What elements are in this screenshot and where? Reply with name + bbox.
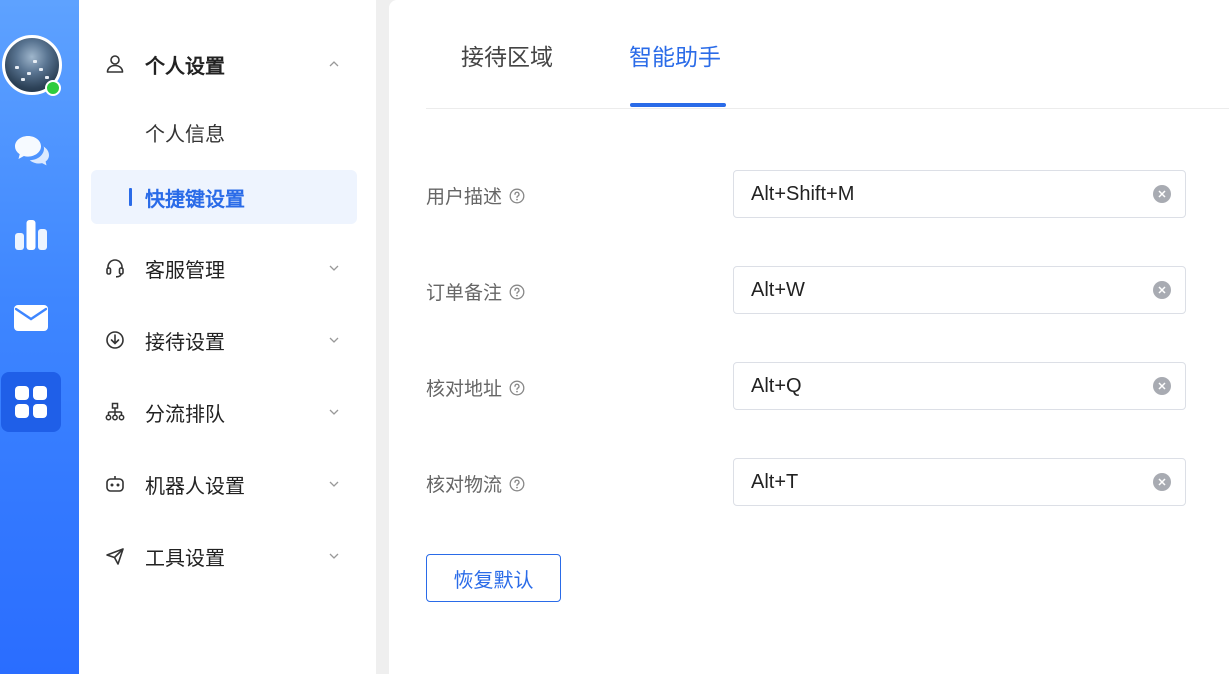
nav-group-reception-settings[interactable]: 接待设置 (79, 316, 376, 364)
clear-icon[interactable] (1153, 185, 1171, 203)
question-circle-icon[interactable] (509, 188, 525, 204)
chevron-down-icon (329, 409, 339, 415)
shortcut-input[interactable] (751, 171, 1141, 217)
org-tree-icon (105, 402, 125, 421)
nav-label: 机器人设置 (145, 473, 245, 498)
mail-icon[interactable] (0, 288, 62, 348)
shortcut-field[interactable] (733, 458, 1186, 506)
apps-grid-icon[interactable] (1, 372, 61, 432)
shortcut-field[interactable] (733, 170, 1186, 218)
shortcut-label: 订单备注 (426, 282, 503, 304)
nav-label: 个人设置 (145, 53, 225, 78)
shortcut-input[interactable] (751, 267, 1141, 313)
clear-icon[interactable] (1153, 377, 1171, 395)
tab-smart-assistant[interactable]: 智能助手 (629, 38, 721, 72)
headset-icon (106, 259, 124, 278)
shortcut-label: 核对物流 (426, 474, 503, 496)
clear-icon[interactable] (1153, 473, 1171, 491)
shortcut-label: 核对地址 (426, 378, 503, 400)
download-circle-icon (106, 331, 124, 349)
nav-group-tool-settings[interactable]: 工具设置 (79, 532, 376, 580)
shortcut-label-row: 用户描述 (426, 182, 525, 209)
user-icon (106, 55, 124, 73)
shortcut-input[interactable] (751, 363, 1141, 409)
robot-icon (106, 476, 124, 492)
nav-label: 个人信息 (145, 121, 225, 146)
app-rail (0, 0, 79, 674)
question-circle-icon[interactable] (509, 284, 525, 300)
shortcut-label-row: 订单备注 (426, 278, 525, 305)
main-panel: 接待区域 智能助手 用户描述 订单备注 核对地址 (389, 0, 1229, 674)
tab-divider (426, 108, 1229, 109)
nav-label: 接待设置 (145, 329, 225, 354)
nav-label: 工具设置 (145, 545, 225, 570)
nav-label: 客服管理 (145, 257, 225, 282)
tab-reception-area[interactable]: 接待区域 (461, 38, 553, 72)
question-circle-icon[interactable] (509, 476, 525, 492)
nav-group-customer-service[interactable]: 客服管理 (79, 244, 376, 292)
shortcut-input[interactable] (751, 459, 1141, 505)
shortcut-label: 用户描述 (426, 186, 503, 208)
nav-group-queue-routing[interactable]: 分流排队 (79, 388, 376, 436)
nav-item-shortcut-settings[interactable]: 快捷键设置 (91, 170, 357, 224)
reset-default-button[interactable]: 恢复默认 (426, 554, 561, 602)
send-icon (106, 548, 124, 565)
online-status-dot (45, 80, 61, 96)
nav-label: 分流排队 (145, 401, 225, 426)
chevron-down-icon (329, 481, 339, 487)
nav-group-robot-settings[interactable]: 机器人设置 (79, 460, 376, 508)
tab-active-indicator (630, 103, 726, 107)
question-circle-icon[interactable] (509, 380, 525, 396)
chevron-down-icon (329, 265, 339, 271)
nav-item-personal-info[interactable]: 个人信息 (91, 105, 357, 159)
chat-bubbles-icon[interactable] (0, 120, 62, 180)
shortcut-field[interactable] (733, 362, 1186, 410)
nav-group-personal-settings[interactable]: 个人设置 (79, 40, 376, 88)
shortcut-label-row: 核对地址 (426, 374, 525, 401)
chevron-up-icon (329, 61, 339, 67)
active-indicator (129, 188, 132, 206)
chevron-down-icon (329, 337, 339, 343)
nav-label: 快捷键设置 (145, 186, 245, 211)
settings-nav: 个人设置 个人信息 快捷键设置 客服管理 接待设置 分流排队 机器人设置 工具设… (79, 0, 376, 674)
shortcut-field[interactable] (733, 266, 1186, 314)
clear-icon[interactable] (1153, 281, 1171, 299)
chevron-down-icon (329, 553, 339, 559)
bar-chart-icon[interactable] (0, 204, 62, 264)
shortcut-label-row: 核对物流 (426, 470, 525, 497)
